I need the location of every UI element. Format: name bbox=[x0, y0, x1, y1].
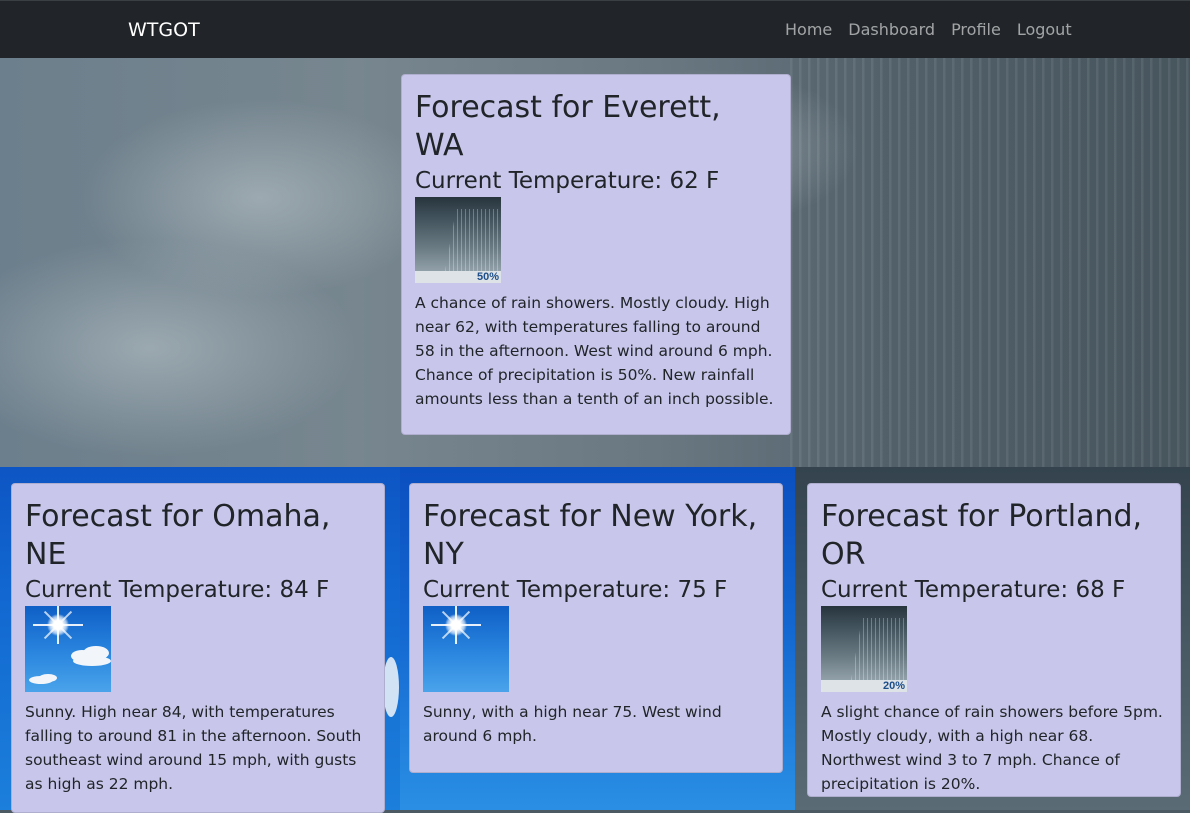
nav-link-dashboard[interactable]: Dashboard bbox=[848, 20, 935, 39]
precipitation-percent: 20% bbox=[882, 680, 905, 692]
forecast-description: Sunny. High near 84, with temperatures f… bbox=[25, 703, 362, 793]
rain-showers-icon: 50% bbox=[415, 197, 501, 283]
forecast-description: A slight chance of rain showers before 5… bbox=[821, 703, 1163, 793]
forecast-card-portland: Forecast for Portland, OR Current Temper… bbox=[807, 483, 1181, 797]
forecast-title: Forecast for Portland, OR bbox=[821, 499, 1143, 572]
current-temperature: Current Temperature: 84 F bbox=[25, 577, 330, 603]
current-temperature: Current Temperature: 62 F bbox=[415, 168, 720, 194]
forecast-card-new-york: Forecast for New York, NY Current Temper… bbox=[409, 483, 783, 773]
sunny-with-clouds-icon bbox=[25, 606, 111, 692]
current-temperature: Current Temperature: 68 F bbox=[821, 577, 1126, 603]
nav-link-home[interactable]: Home bbox=[785, 20, 832, 39]
forecast-title: Forecast for Everett, WA bbox=[415, 90, 721, 163]
forecast-title: Forecast for Omaha, NE bbox=[25, 499, 331, 572]
rain-showers-icon: 20% bbox=[821, 606, 907, 692]
forecast-title: Forecast for New York, NY bbox=[423, 499, 758, 572]
precipitation-percent: 50% bbox=[476, 271, 499, 283]
nav-link-logout[interactable]: Logout bbox=[1017, 20, 1072, 39]
nav-links: Home Dashboard Profile Logout bbox=[785, 20, 1072, 39]
current-temperature: Current Temperature: 75 F bbox=[423, 577, 728, 603]
forecast-description: A chance of rain showers. Mostly cloudy.… bbox=[415, 294, 774, 408]
forecast-description: Sunny, with a high near 75. West wind ar… bbox=[423, 703, 722, 745]
top-navbar: WTGOT Home Dashboard Profile Logout bbox=[0, 0, 1190, 58]
brand-logo-link[interactable]: WTGOT bbox=[128, 19, 200, 41]
sunny-icon bbox=[423, 606, 509, 692]
forecast-card-everett: Forecast for Everett, WA Current Tempera… bbox=[401, 74, 791, 435]
nav-link-profile[interactable]: Profile bbox=[951, 20, 1001, 39]
forecast-card-omaha: Forecast for Omaha, NE Current Temperatu… bbox=[11, 483, 385, 813]
